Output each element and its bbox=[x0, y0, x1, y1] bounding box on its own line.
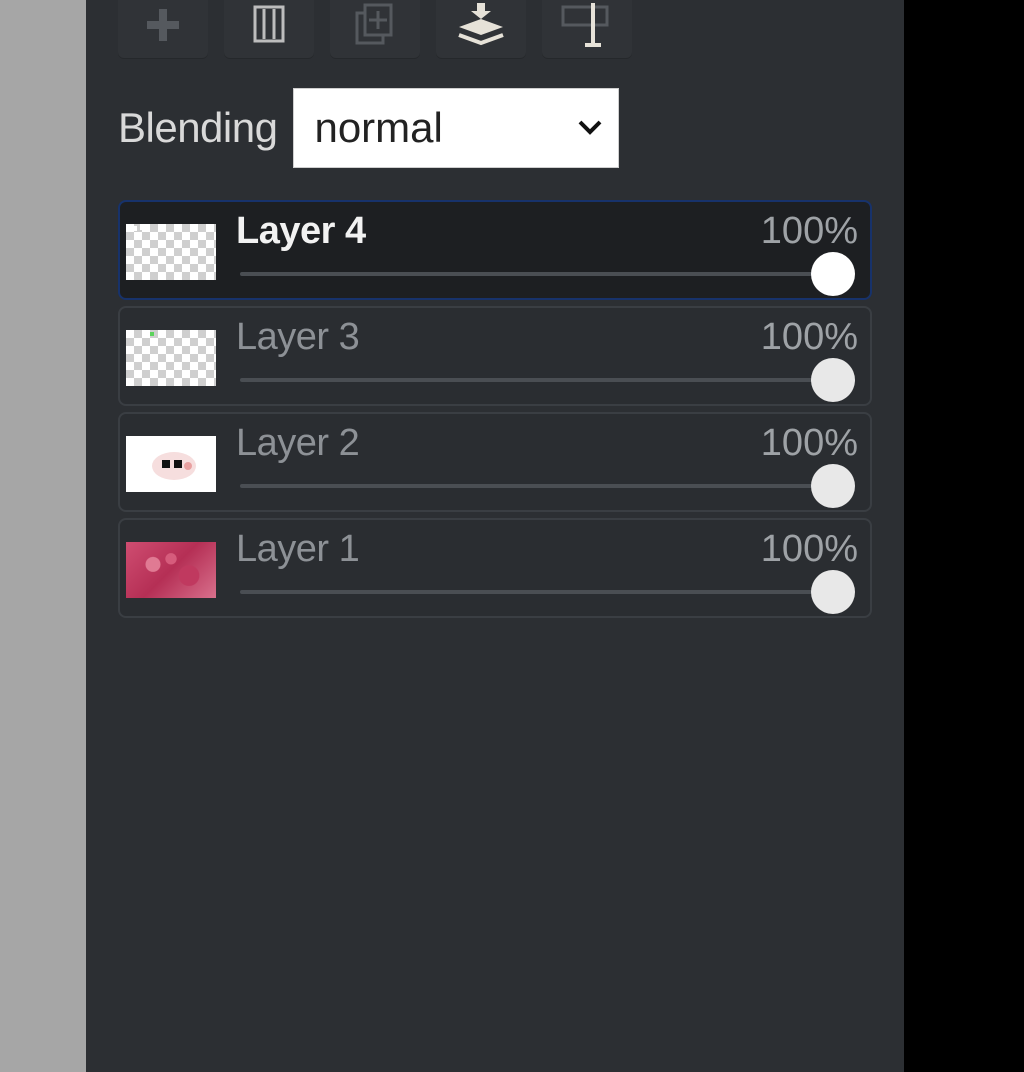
layer-name: Layer 4 bbox=[236, 210, 366, 252]
opacity-slider-thumb[interactable] bbox=[811, 252, 855, 296]
layer-name: Layer 2 bbox=[236, 422, 360, 464]
layer-item-2[interactable]: Layer 2 100% bbox=[118, 412, 872, 512]
plus-icon bbox=[147, 9, 179, 41]
delete-layer-button[interactable] bbox=[224, 0, 314, 58]
opacity-slider-track[interactable] bbox=[240, 272, 834, 276]
opacity-slider-track[interactable] bbox=[240, 590, 834, 594]
layer-item-3[interactable]: Layer 3 100% bbox=[118, 306, 872, 406]
layer-thumbnail bbox=[126, 542, 216, 598]
layer-item-1[interactable]: Layer 1 100% bbox=[118, 518, 872, 618]
opacity-slider-thumb[interactable] bbox=[811, 358, 855, 402]
layer-opacity-value: 100% bbox=[760, 422, 858, 464]
layers-panel: Blending normal Layer 4 100% Layer 3 100… bbox=[86, 0, 904, 1072]
window-edge bbox=[904, 0, 1024, 1072]
opacity-slider-thumb[interactable] bbox=[811, 464, 855, 508]
layer-opacity-value: 100% bbox=[760, 210, 858, 252]
layer-opacity-value: 100% bbox=[760, 528, 858, 570]
canvas-area[interactable] bbox=[0, 0, 86, 1072]
layer-name: Layer 1 bbox=[236, 528, 360, 570]
chevron-down-icon bbox=[579, 120, 602, 135]
duplicate-layer-button[interactable] bbox=[330, 0, 420, 58]
trash-icon bbox=[253, 5, 285, 43]
merge-down-button[interactable] bbox=[436, 0, 526, 58]
layer-thumbnail bbox=[126, 436, 216, 492]
layer-name: Layer 3 bbox=[236, 316, 360, 358]
blending-row: Blending normal bbox=[118, 88, 620, 168]
layer-thumbnail bbox=[126, 330, 216, 386]
layer-thumbnail bbox=[126, 224, 216, 280]
opacity-slider-thumb[interactable] bbox=[811, 570, 855, 614]
merge-layers-icon bbox=[458, 3, 504, 46]
opacity-slider-track[interactable] bbox=[240, 378, 834, 382]
text-layer-icon bbox=[561, 3, 609, 47]
blending-mode-value: normal bbox=[314, 104, 443, 151]
blending-label: Blending bbox=[118, 104, 278, 151]
add-layer-button[interactable] bbox=[118, 0, 208, 58]
layer-opacity-value: 100% bbox=[760, 316, 858, 358]
layer-item-4[interactable]: Layer 4 100% bbox=[118, 200, 872, 300]
opacity-slider-track[interactable] bbox=[240, 484, 834, 488]
layer-properties-button[interactable] bbox=[542, 0, 632, 58]
duplicate-icon bbox=[355, 3, 393, 45]
blending-mode-select[interactable]: normal bbox=[293, 88, 620, 168]
